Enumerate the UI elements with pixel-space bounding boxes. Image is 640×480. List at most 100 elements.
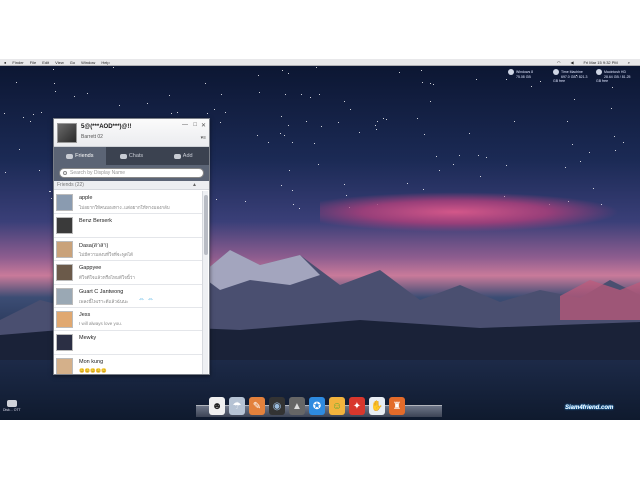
friend-status-message: ไม่อยากให้คนมองทาง..แต่อยากให้ทางมองกลับ <box>79 205 170 210</box>
tab-bar: Friends Chats Add <box>54 147 209 165</box>
star <box>22 117 24 119</box>
menu-window[interactable]: Window <box>81 60 95 65</box>
volume-icon[interactable]: ◀ <box>570 60 573 65</box>
apple-menu-icon[interactable]: ● <box>4 60 6 65</box>
star <box>4 112 6 114</box>
friend-avatar[interactable] <box>56 334 73 352</box>
friend-list-item[interactable]: Mewky <box>54 331 203 355</box>
star <box>50 197 52 199</box>
star <box>298 207 300 209</box>
star <box>573 98 575 100</box>
star <box>377 120 379 122</box>
my-avatar[interactable] <box>57 123 77 143</box>
spotlight-icon[interactable]: ⌕ <box>628 60 630 65</box>
disk-widget-macintosh: Macintosh HD 28.64 GB / 81.25 GB free <box>596 69 631 83</box>
star <box>220 93 222 95</box>
dock-stealth-icon[interactable]: ▲ <box>289 397 305 415</box>
dock-angry-birds-icon[interactable]: ✦ <box>349 397 365 415</box>
star <box>430 82 432 84</box>
star <box>580 160 582 162</box>
friend-status-message: 😊😊😊😊😊 <box>79 367 108 373</box>
dock-anonymous-mask-icon[interactable]: ☻ <box>209 397 225 415</box>
star <box>292 189 293 191</box>
friend-name: Mewky <box>79 335 97 342</box>
friend-list-item[interactable]: Dasa(สาสา) ไม่มีความสงบที่ใจที่จะพูดได้ <box>54 237 203 262</box>
friend-avatar[interactable] <box>56 217 73 235</box>
dock-camera-icon[interactable]: ◉ <box>269 397 285 415</box>
friend-list-item[interactable]: Mon kung 😊😊😊😊😊 <box>54 354 203 374</box>
menu-finder[interactable]: Finder <box>12 60 23 65</box>
star <box>38 170 40 172</box>
my-display-name[interactable]: 5@(***AOD***)@!! <box>81 124 131 130</box>
friend-avatar[interactable] <box>56 194 73 211</box>
dock-safari-icon[interactable]: ✪ <box>309 397 325 415</box>
friend-name: apple <box>79 195 93 201</box>
status-menu-button[interactable]: ▾≡ <box>201 135 206 141</box>
pink-cloud <box>320 192 620 232</box>
star <box>5 172 7 174</box>
dock-game-icon[interactable]: ☺ <box>329 397 345 415</box>
star <box>423 133 425 135</box>
friend-name: Guart C Jantwong <box>79 288 124 295</box>
star <box>15 82 17 84</box>
star <box>478 155 480 157</box>
dock-lighthouse-icon[interactable]: ♜ <box>389 397 405 415</box>
friend-name: Benz Berserk <box>79 218 113 225</box>
clock[interactable]: Fri Mar 15 9:32 PM <box>584 60 618 65</box>
friend-list-scrollbar[interactable] <box>202 191 208 374</box>
star <box>283 134 285 136</box>
my-status-message[interactable]: Barrett 02 <box>81 134 103 140</box>
emoticon-icon: ⇔ ⇔ <box>138 295 154 303</box>
dock-feather-icon[interactable]: ✎ <box>249 397 265 415</box>
friend-avatar[interactable] <box>56 264 73 282</box>
tab-add[interactable]: Add <box>157 147 209 165</box>
minimize-button[interactable]: — <box>182 122 188 128</box>
star <box>288 169 290 171</box>
close-button[interactable]: ✕ <box>201 122 206 129</box>
menu-help[interactable]: Help <box>101 60 109 65</box>
star <box>564 167 566 169</box>
menu-go[interactable]: Go <box>70 60 75 65</box>
disk-icon <box>553 69 559 75</box>
friends-group-header[interactable]: Friends (22) ▲ <box>54 181 209 190</box>
wifi-icon[interactable]: ◠ <box>557 60 561 65</box>
friend-list-item[interactable]: Guart C Jantwong เพลงนี้ไพเราะดีแล้วฉันนะ… <box>54 284 203 308</box>
star <box>55 90 57 92</box>
star <box>288 72 290 74</box>
friend-avatar[interactable] <box>56 310 73 328</box>
friend-name: Gappyee <box>79 265 102 272</box>
friend-avatar[interactable] <box>56 287 73 305</box>
star <box>313 143 315 145</box>
tab-friends[interactable]: Friends <box>54 147 106 165</box>
star <box>429 101 431 103</box>
scroll-thumb[interactable] <box>204 195 208 255</box>
friend-status-message: ดีใจดีใจแล้วหรือไหมดีใจนี้ว่า <box>79 275 135 281</box>
friends-icon <box>66 153 74 159</box>
desktop-disk[interactable]: Disk... OTT <box>3 400 21 412</box>
star <box>280 133 282 135</box>
friend-list-item[interactable]: Benz Berserk <box>54 214 203 238</box>
star <box>244 200 246 202</box>
collapse-arrow-icon[interactable]: ▲ <box>192 182 197 188</box>
maximize-button[interactable]: □ <box>193 122 197 128</box>
friend-list-item[interactable]: apple ไม่อยากให้คนมองทาง..แต่อยากให้ทางมอ… <box>54 191 203 215</box>
friend-avatar[interactable] <box>56 240 73 258</box>
star <box>305 121 307 123</box>
menu-file[interactable]: File <box>30 60 36 65</box>
star <box>319 94 321 96</box>
search-input[interactable]: Search by Display Name <box>59 168 204 178</box>
tab-chats[interactable]: Chats <box>106 147 158 165</box>
dock-finder-glove-icon[interactable]: ✋ <box>369 397 385 415</box>
friend-list: apple ไม่อยากให้คนมองทาง..แต่อยากให้ทางมอ… <box>54 191 203 374</box>
star <box>310 96 312 98</box>
star <box>399 71 401 73</box>
friend-avatar[interactable] <box>56 357 73 374</box>
dock-umbrella-icon[interactable]: ☂ <box>229 397 245 415</box>
menu-edit[interactable]: Edit <box>42 60 49 65</box>
menu-view[interactable]: View <box>55 60 64 65</box>
star <box>53 69 55 71</box>
star <box>611 87 613 89</box>
friend-list-item[interactable]: Jess I will always love you. <box>54 307 203 332</box>
friend-list-item[interactable]: Gappyee ดีใจดีใจแล้วหรือไหมดีใจนี้ว่า <box>54 261 203 285</box>
star <box>505 165 507 167</box>
